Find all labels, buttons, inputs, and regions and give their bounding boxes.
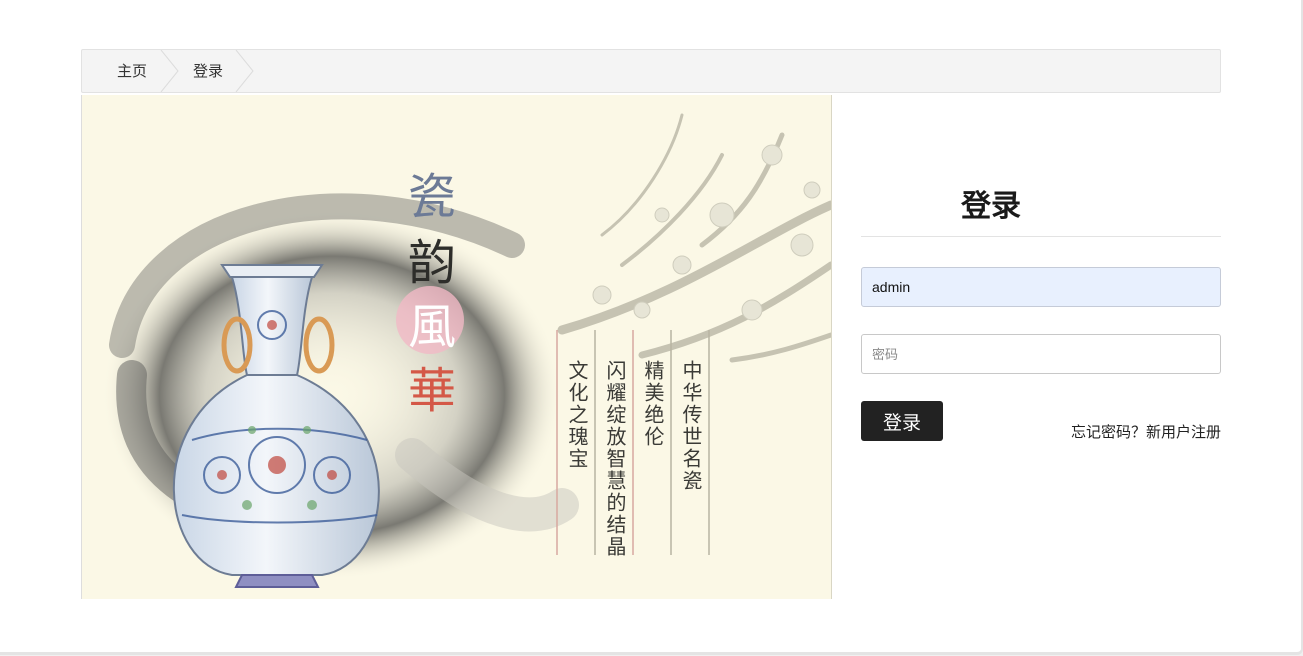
forgot-password-link[interactable]: 忘记密码？ (1071, 423, 1146, 441)
breadcrumb-home-link[interactable]: 主页 (117, 50, 147, 92)
plum-branch (557, 113, 831, 363)
login-panel: 登录 登录 忘记密码？新用户注册 (861, 95, 1221, 599)
password-input[interactable] (861, 334, 1221, 374)
poem-columns: 中华传世名瓷 精美绝伦 闪耀绽放智慧的结晶 文化之瑰宝 (565, 360, 703, 558)
breadcrumb-current[interactable]: 登录 (193, 50, 223, 92)
hero-title-char: 韵 (408, 235, 456, 291)
account-links: 忘记密码？新用户注册 (1071, 421, 1221, 442)
hero-title-char: 風 (408, 299, 456, 355)
hero-title-char: 華 (408, 363, 456, 419)
login-button[interactable]: 登录 (861, 401, 943, 441)
breadcrumb-separator-icon (235, 50, 254, 92)
breadcrumb: 主页 登录 (81, 49, 1221, 93)
poem-line: 文化之瑰宝 (565, 360, 589, 470)
hero-banner-image: 瓷 韵 風 華 中华传世名瓷 精美绝伦 闪耀绽放智慧的结晶 文化之瑰宝 (81, 95, 832, 599)
page: 主页 登录 瓷 韵 風 華 中华传世名瓷 精美绝伦 闪耀绽放智慧的结晶 文化之瑰… (0, 0, 1303, 655)
breadcrumb-separator-icon (160, 50, 179, 92)
poem-line: 闪耀绽放智慧的结晶 (603, 360, 627, 558)
divider (861, 236, 1221, 237)
poem-line: 中华传世名瓷 (679, 360, 703, 492)
register-link[interactable]: 新用户注册 (1146, 423, 1221, 441)
hero-title-char: 瓷 (408, 169, 456, 225)
poem-line: 精美绝伦 (641, 360, 665, 448)
login-title: 登录 (961, 189, 1021, 224)
username-input[interactable] (861, 267, 1221, 307)
